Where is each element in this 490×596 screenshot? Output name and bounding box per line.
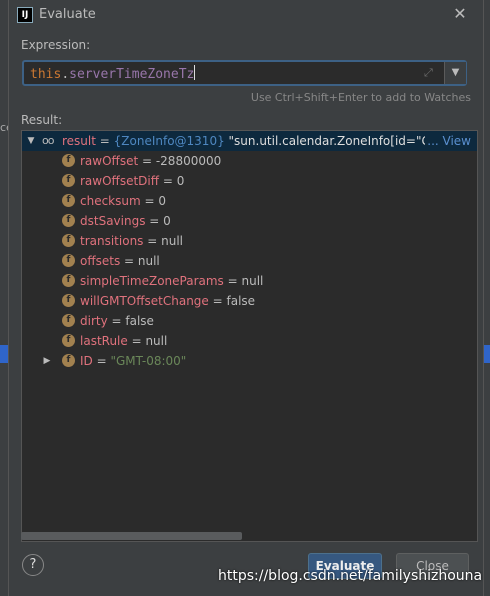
- field-name: simpleTimeZoneParams: [80, 274, 224, 288]
- expression-dot: .: [61, 67, 70, 82]
- field-value: false: [125, 314, 154, 328]
- field-icon: f: [62, 174, 75, 187]
- evaluate-dialog: IJ Evaluate ✕ Expression: this.serverTim…: [8, 0, 484, 596]
- field-equals: =: [159, 174, 177, 188]
- expression-label: Expression:: [21, 38, 91, 52]
- field-value: null: [137, 254, 160, 268]
- view-link[interactable]: ... View: [425, 131, 471, 151]
- field-name: lastRule: [80, 334, 128, 348]
- expression-field: serverTimeZoneTz: [69, 67, 195, 82]
- tree-row-field[interactable]: f lastRule = null: [22, 331, 477, 351]
- watch-glasses-icon: oo: [42, 134, 55, 147]
- expression-keyword: this: [30, 67, 62, 82]
- background-selection: [0, 345, 8, 363]
- field-value: 0: [176, 174, 185, 188]
- field-name: offsets: [80, 254, 121, 268]
- collapse-arrow-icon[interactable]: ▼: [26, 131, 36, 151]
- field-value: null: [241, 274, 264, 288]
- field-icon: f: [62, 294, 75, 307]
- tree-row-field[interactable]: ▶ f ID = "GMT-08:00": [22, 351, 477, 371]
- history-dropdown-button[interactable]: ▼: [444, 62, 466, 84]
- tree-row-field[interactable]: f simpleTimeZoneParams = null: [22, 271, 477, 291]
- field-name: ID: [80, 354, 93, 368]
- watches-hint: Use Ctrl+Shift+Enter to add to Watches: [250, 91, 471, 104]
- expression-input[interactable]: this.serverTimeZoneTz ⤢ ▼: [22, 60, 467, 86]
- help-button[interactable]: ?: [22, 554, 44, 576]
- field-name: rawOffset: [80, 154, 139, 168]
- field-icon: f: [62, 354, 75, 367]
- tree-row-field[interactable]: f checksum = 0: [22, 191, 477, 211]
- field-value: "GMT-08:00": [110, 354, 187, 368]
- tree-row-field[interactable]: f dirty = false: [22, 311, 477, 331]
- field-value: 0: [163, 214, 171, 228]
- field-icon: f: [62, 214, 75, 227]
- field-equals: =: [143, 234, 162, 248]
- field-icon: f: [62, 154, 75, 167]
- close-icon[interactable]: ✕: [451, 5, 469, 23]
- field-icon: f: [62, 194, 75, 207]
- tree-row-field[interactable]: f rawOffsetDiff = 0: [22, 171, 477, 191]
- watermark: https://blog.csdn.net/familyshizhouna: [218, 568, 483, 584]
- tree-row-result[interactable]: ▼ oo result = {ZoneInfo@1310} "sun.util.…: [22, 131, 477, 151]
- field-name: checksum: [80, 194, 141, 208]
- background-ide-right: [484, 0, 490, 596]
- field-equals: =: [140, 194, 159, 208]
- field-icon: f: [62, 334, 75, 347]
- field-value: null: [161, 234, 183, 248]
- intellij-app-icon: IJ: [17, 7, 33, 23]
- field-equals: =: [223, 274, 242, 288]
- field-value: false: [226, 294, 256, 308]
- window-title: Evaluate: [39, 7, 96, 22]
- horizontal-scrollbar[interactable]: [21, 532, 242, 540]
- title-bar[interactable]: IJ Evaluate ✕: [9, 0, 483, 30]
- result-summary: "sun.util.calendar.ZoneInfo[id="GMT: [224, 134, 449, 148]
- tree-row-field[interactable]: f dstSavings = 0: [22, 211, 477, 231]
- tree-row-field[interactable]: f offsets = null: [22, 251, 477, 271]
- field-value: 0: [158, 194, 167, 208]
- result-equals: =: [95, 134, 114, 148]
- field-equals: =: [145, 214, 164, 228]
- result-type: {ZoneInfo@1310}: [113, 134, 225, 148]
- field-icon: f: [62, 234, 75, 247]
- tree-row-field[interactable]: f transitions = null: [22, 231, 477, 251]
- tree-row-field[interactable]: f rawOffset = -28800000: [22, 151, 477, 171]
- result-tree[interactable]: ▼ oo result = {ZoneInfo@1310} "sun.util.…: [21, 130, 478, 542]
- field-value: -28800000: [155, 154, 222, 168]
- field-value: null: [145, 334, 168, 348]
- field-icon: f: [62, 314, 75, 327]
- field-name: rawOffsetDiff: [80, 174, 159, 188]
- field-equals: =: [208, 294, 227, 308]
- field-equals: =: [107, 314, 126, 328]
- field-name: willGMTOffsetChange: [80, 294, 209, 308]
- field-equals: =: [92, 354, 111, 368]
- field-equals: =: [127, 334, 146, 348]
- field-name: dirty: [80, 314, 108, 328]
- result-label: Result:: [21, 113, 63, 127]
- background-selection-right: [484, 345, 490, 363]
- field-name: dstSavings: [80, 214, 146, 228]
- field-equals: =: [120, 254, 138, 268]
- field-name: transitions: [80, 234, 144, 248]
- field-icon: f: [62, 254, 75, 267]
- expand-editor-icon[interactable]: ⤢: [424, 66, 438, 80]
- field-equals: =: [138, 154, 156, 168]
- result-name: result: [62, 134, 96, 148]
- expression-text[interactable]: this.serverTimeZoneTz: [30, 65, 196, 82]
- background-ide-left: ce: [0, 0, 13, 596]
- tree-row-field[interactable]: f willGMTOffsetChange = false: [22, 291, 477, 311]
- expand-arrow-icon[interactable]: ▶: [42, 351, 52, 371]
- field-icon: f: [62, 274, 75, 287]
- text-caret: [194, 65, 196, 80]
